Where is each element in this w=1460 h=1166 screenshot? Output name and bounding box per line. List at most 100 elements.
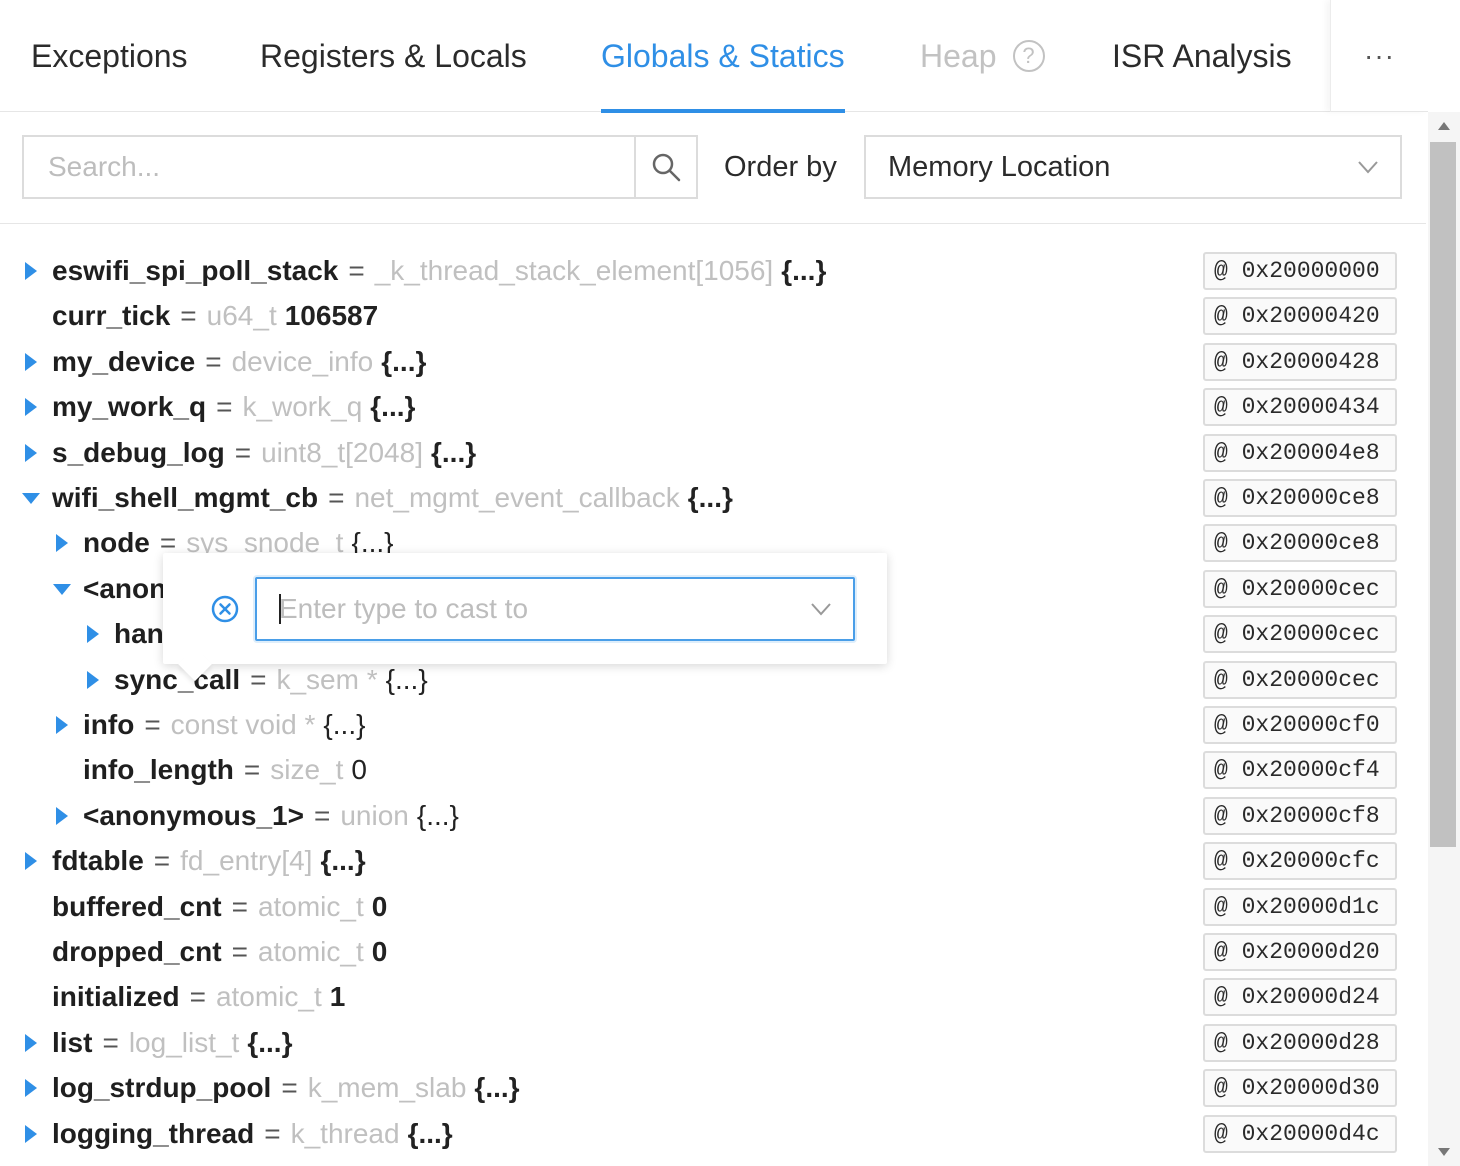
tree-row[interactable]: logging_thread = k_thread {...} @ 0x20000d4c	[0, 1111, 1426, 1156]
variable-type[interactable]: u64_t	[207, 300, 277, 332]
caret-right-icon[interactable]	[22, 850, 40, 872]
caret-right-icon[interactable]	[53, 805, 71, 827]
address-badge[interactable]: @ 0x20000434	[1203, 388, 1397, 426]
address-badge[interactable]: @ 0x20000cfc	[1203, 842, 1397, 880]
caret-right-icon[interactable]	[84, 669, 102, 691]
address-badge[interactable]: @ 0x20000428	[1203, 343, 1397, 381]
caret-down-icon[interactable]	[53, 578, 71, 600]
address-badge[interactable]: @ 0x20000ce8	[1203, 479, 1397, 517]
variable-type[interactable]: atomic_t	[258, 891, 364, 923]
tab-label: Registers & Locals	[260, 37, 527, 74]
variable-type[interactable]: k_thread	[291, 1118, 400, 1150]
tree-row[interactable]: fdtable = fd_entry[4] {...} @ 0x20000cfc	[0, 838, 1426, 883]
address-badge[interactable]: @ 0x20000d4c	[1203, 1115, 1397, 1153]
equals-sign: =	[216, 390, 233, 422]
address-badge[interactable]: @ 0x20000cec	[1203, 661, 1397, 699]
caret-right-icon[interactable]	[53, 532, 71, 554]
variable-type[interactable]: atomic_t	[216, 981, 322, 1013]
tree-row[interactable]: my_device = device_info {...} @ 0x20000428	[0, 339, 1426, 384]
tree-row[interactable]: s_debug_log = uint8_t[2048] {...} @ 0x200004…	[0, 430, 1426, 475]
tab-heap[interactable]: Heap ?	[920, 0, 1045, 112]
caret-down-icon[interactable]	[22, 487, 40, 509]
address-badge[interactable]: @ 0x200004e8	[1203, 434, 1397, 472]
caret-right-icon[interactable]	[22, 1032, 40, 1054]
variable-type[interactable]: k_mem_slab	[308, 1072, 467, 1104]
tree-row[interactable]: wifi_shell_mgmt_cb = net_mgmt_event_callba…	[0, 475, 1426, 520]
address-badge[interactable]: @ 0x20000d1c	[1203, 888, 1397, 926]
search-input[interactable]	[24, 137, 636, 197]
address-badge[interactable]: @ 0x20000000	[1203, 252, 1397, 290]
address-badge[interactable]: @ 0x20000420	[1203, 297, 1397, 335]
variable-type[interactable]: k_work_q	[242, 391, 362, 423]
scroll-thumb[interactable]	[1430, 142, 1456, 847]
caret-right-icon[interactable]	[22, 1077, 40, 1099]
tree-row[interactable]: eswifi_spi_poll_stack = _k_thread_stack_el…	[0, 248, 1426, 293]
tree-row[interactable]: info_length = size_t 0 @ 0x20000cf4	[0, 747, 1426, 792]
variable-name: wifi_shell_mgmt_cb	[52, 481, 319, 513]
caret-right-icon[interactable]	[84, 623, 102, 645]
scroll-down-button[interactable]	[1428, 1138, 1460, 1166]
more-tabs-button[interactable]: ···	[1330, 0, 1428, 112]
address-badge[interactable]: @ 0x20000cec	[1203, 615, 1397, 653]
variable-type[interactable]: log_list_t	[129, 1027, 240, 1059]
caret-right-icon[interactable]	[22, 351, 40, 373]
caret-right-icon[interactable]	[22, 442, 40, 464]
variable-type[interactable]: uint8_t[2048]	[261, 437, 423, 469]
variable-value: {...}	[416, 799, 459, 831]
tree-row[interactable]: list = log_list_t {...} @ 0x20000d28	[0, 1020, 1426, 1065]
search-button[interactable]	[634, 137, 696, 197]
tree-row-content: log_strdup_pool = k_mem_slab {...}	[22, 1065, 520, 1110]
address-badge[interactable]: @ 0x20000cf0	[1203, 706, 1397, 744]
address-badge[interactable]: @ 0x20000d28	[1203, 1024, 1397, 1062]
tab-label: ISR Analysis	[1112, 37, 1292, 74]
scroll-up-button[interactable]	[1428, 112, 1460, 140]
address-badge[interactable]: @ 0x20000cf4	[1203, 751, 1397, 789]
tree-row[interactable]: buffered_cnt = atomic_t 0 @ 0x20000d1c	[0, 884, 1426, 929]
tree-row[interactable]: info = const void * {...} @ 0x20000cf0	[0, 702, 1426, 747]
vertical-scrollbar[interactable]	[1428, 112, 1460, 1166]
caret-right-icon[interactable]	[22, 1123, 40, 1145]
variable-name: my_work_q	[52, 390, 207, 422]
arrow-down-icon	[1438, 1148, 1450, 1156]
tree-row[interactable]: log_strdup_pool = k_mem_slab {...} @ 0x20000…	[0, 1065, 1426, 1110]
variable-type[interactable]: net_mgmt_event_callback	[354, 482, 679, 514]
variable-type[interactable]: atomic_t	[258, 936, 364, 968]
variable-value: 0	[371, 935, 388, 967]
address-badge[interactable]: @ 0x20000d30	[1203, 1069, 1397, 1107]
tree-row-content: initialized = atomic_t 1	[22, 974, 345, 1019]
address-badge[interactable]: @ 0x20000d24	[1203, 978, 1397, 1016]
caret-right-icon[interactable]	[22, 396, 40, 418]
address-badge[interactable]: @ 0x20000cf8	[1203, 797, 1397, 835]
tab-label: Globals & Statics	[601, 37, 845, 74]
tree-row[interactable]: dropped_cnt = atomic_t 0 @ 0x20000d20	[0, 929, 1426, 974]
tree-row[interactable]: my_work_q = k_work_q {...} @ 0x20000434	[0, 384, 1426, 429]
arrow-up-icon	[1438, 122, 1450, 130]
tab-registers-locals[interactable]: Registers & Locals	[260, 0, 527, 112]
tab-globals-statics[interactable]: Globals & Statics	[601, 0, 845, 113]
tree-row[interactable]: <anonymous_1> = union {...} @ 0x20000cf8	[0, 793, 1426, 838]
tree-row-content: s_debug_log = uint8_t[2048] {...}	[22, 430, 476, 475]
help-icon[interactable]: ?	[1012, 40, 1045, 72]
tab-exceptions[interactable]: Exceptions	[31, 0, 188, 112]
caret-right-icon[interactable]	[53, 714, 71, 736]
chevron-down-icon[interactable]	[809, 597, 833, 621]
order-by-select[interactable]: Memory Location	[864, 135, 1402, 199]
address-badge[interactable]: @ 0x20000cec	[1203, 570, 1397, 608]
clear-cast-icon[interactable]	[210, 594, 240, 624]
variable-type[interactable]: const void *	[171, 709, 316, 741]
variable-type[interactable]: device_info	[232, 346, 374, 378]
tree-row-content: <anonymous_1> = union {...}	[53, 793, 459, 838]
variable-type[interactable]: union	[340, 800, 409, 832]
caret-right-icon[interactable]	[22, 260, 40, 282]
tree-row-content: wifi_shell_mgmt_cb = net_mgmt_event_callba…	[22, 475, 733, 520]
tab-isr-analysis[interactable]: ISR Analysis	[1112, 0, 1292, 112]
address-badge[interactable]: @ 0x20000d20	[1203, 933, 1397, 971]
address-badge[interactable]: @ 0x20000ce8	[1203, 524, 1397, 562]
cast-type-input[interactable]	[257, 579, 797, 639]
variable-type[interactable]: fd_entry[4]	[180, 845, 312, 877]
tree-row[interactable]: curr_tick = u64_t 106587 @ 0x20000420	[0, 293, 1426, 338]
variable-type[interactable]: size_t	[270, 754, 343, 786]
variable-type[interactable]: k_sem *	[276, 664, 377, 696]
variable-type[interactable]: _k_thread_stack_element[1056]	[375, 255, 774, 287]
tree-row[interactable]: initialized = atomic_t 1 @ 0x20000d24	[0, 974, 1426, 1019]
